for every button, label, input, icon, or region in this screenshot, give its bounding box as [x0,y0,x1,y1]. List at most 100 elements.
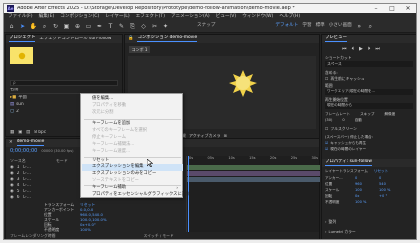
workspace-menu-icon[interactable]: » [356,23,363,30]
cache-checkbox[interactable]: ☐ 再生前にキャッシュ [325,76,365,81]
col-mode[interactable]: モード [56,159,68,163]
skip-value[interactable]: 0 [342,119,344,123]
frame-rate-value[interactable]: (30) [325,119,332,123]
home-icon[interactable]: ⌂ [8,23,15,30]
timeline-timecode[interactable]: 0;00;00;00 [10,149,37,154]
close-icon[interactable]: ✕ [400,4,416,13]
tab-timeline[interactable]: demo-movie [16,139,45,146]
menu-edit[interactable]: 編集(E) [39,14,55,20]
workspace-default[interactable]: デフォルト [275,24,298,29]
eye-icon[interactable]: ◉ [10,183,14,188]
comp-layer-tag[interactable]: コンポ 1 [129,46,150,53]
minimize-icon[interactable]: – [368,4,384,13]
timeline-track-area[interactable]: 0s 05s 10s 15s 20s 25s 30s [186,156,320,232]
layer-row[interactable]: ◉ 6 レ… [10,195,80,201]
tab-composition[interactable]: コンポジション demo-movie [137,35,198,42]
range-select[interactable]: ワークエリア(現在の時間を... [325,89,413,95]
menu-item-reset[interactable]: リセット [92,158,109,163]
menu-animation[interactable]: アニメーション(A) [171,14,210,20]
shortcut-select[interactable]: スペース [325,61,413,67]
menu-item-edit-expression[interactable]: エクスプレッションを編集 [92,164,143,169]
eraser-tool-icon[interactable]: ◇ [140,23,147,30]
layer-bar[interactable] [187,165,320,170]
menu-item-keyframe-assistant[interactable]: キーフレーム補助 [92,185,126,190]
zoom-tool-icon[interactable]: ⌕ [41,23,48,30]
last-frame-icon[interactable]: ⏭ [375,46,380,52]
reset-link[interactable]: リセット [374,169,388,174]
property-value[interactable]: リセット [80,202,95,207]
menu-item-add-keyframe[interactable]: キーフレームを追加 [92,121,130,126]
time-layer-checkbox[interactable]: ☑ 現在の時間のレイヤー [325,147,366,152]
project-search-input[interactable]: ρ [10,80,118,86]
pen-tool-icon[interactable]: ✒ [96,23,103,30]
snap-label[interactable]: スナップ [197,24,215,29]
property-value[interactable]: 0.0,0.0 [80,207,93,212]
cache-play-checkbox[interactable]: ☑ キャッシュからも再生 [325,141,366,146]
menu-composition[interactable]: コンポジション(C) [60,14,99,20]
prop-value-x[interactable]: 0 [355,177,379,181]
eye-icon[interactable]: ◉ [10,177,14,182]
grid-icon[interactable]: ⊞ [224,133,227,138]
prop-value-y[interactable]: 540 [379,183,386,187]
pan-behind-tool-icon[interactable]: ⊕ [74,23,81,30]
menu-file[interactable]: ファイル(F) [8,14,33,20]
align-row[interactable]: › 整列 [325,219,336,225]
lumetri-row[interactable]: › Lumetri カラー [325,229,356,235]
clone-tool-icon[interactable]: ⎘ [129,23,136,30]
rectangle-tool-icon[interactable]: ▭ [85,23,92,30]
eye-icon[interactable]: ◉ [10,165,14,170]
tab-effect-controls[interactable]: エフェクトコントロール sun-follow [39,37,111,41]
prop-value-x[interactable]: 100 % [355,201,379,205]
prop-value-y[interactable]: 0 [379,177,381,181]
menu-item-edit-value[interactable]: 値を編集... [92,96,113,101]
fullscreen-checkbox[interactable]: ☐ フルスクリーン [325,126,357,131]
layer-bar[interactable] [187,171,320,176]
menu-view[interactable]: ビュー(V) [216,14,237,20]
property-value[interactable]: 100% [80,227,91,232]
selection-tool-icon[interactable]: ➤ [19,23,26,30]
interpret-footage-icon[interactable]: ▦ [10,130,14,135]
tab-preview[interactable]: プレビュー [325,35,347,42]
hand-tool-icon[interactable]: ✋ [30,23,37,30]
workspace-small[interactable]: 小さい画面 [329,24,352,29]
puppet-tool-icon[interactable]: ✦ [162,23,169,30]
camera-tool-icon[interactable]: ▣ [63,23,70,30]
workspace-learn[interactable]: 学習 [302,24,311,29]
tab-project[interactable]: プロジェクト [9,35,36,42]
project-item[interactable]: ▢ 2 [10,109,19,115]
next-frame-icon[interactable]: ⏵ [368,46,371,52]
property-value[interactable]: 960.0,540.0 [80,212,103,217]
bpc-label[interactable]: 8 bpc [34,130,46,135]
property-row[interactable]: 不透明度 100% [44,227,184,232]
rotate-tool-icon[interactable]: ↻ [52,23,59,30]
prop-value-x[interactable]: 0x [355,195,379,199]
lock-icon[interactable]: 🔒 [128,36,133,41]
menu-item-add-to-essential-graphics[interactable]: プロパティをエッセンシャルグラフィックスに追加 [92,192,190,197]
brush-tool-icon[interactable]: ✎ [118,23,125,30]
roto-tool-icon[interactable]: ✂ [151,23,158,30]
close-tab-icon[interactable]: ✕ [9,140,13,145]
project-item[interactable]: ▸■ 平面 [10,95,27,101]
eye-icon[interactable]: ◉ [10,195,14,200]
workspace-standard[interactable]: 標準 [316,24,325,29]
col-source-name[interactable]: ソース名 [10,159,26,163]
camera-select[interactable]: アクティブカメラ [189,133,221,138]
prev-frame-icon[interactable]: ⏴ [352,46,355,52]
menu-item-copy-expression-only[interactable]: エクスプレッションのみをコピー [92,171,156,176]
eye-icon[interactable]: ◉ [10,189,14,194]
tab-properties[interactable]: プロパティ: sun-follow [325,159,372,166]
prop-value-y[interactable]: +0 ° [379,195,387,199]
type-tool-icon[interactable]: T [107,23,114,30]
maximize-icon[interactable]: □ [384,4,400,13]
prop-value-x[interactable]: 960 [355,183,379,187]
menu-window[interactable]: ウィンドウ(W) [242,14,273,20]
project-col-name[interactable]: 名前 [10,88,19,92]
play-icon[interactable]: ▶ [359,46,363,52]
first-frame-icon[interactable]: ⏮ [342,46,347,52]
eye-icon[interactable]: ◉ [10,171,14,176]
project-item[interactable]: ▤ sun [10,102,24,108]
prop-value-x[interactable]: 100 [355,189,379,193]
menu-layer[interactable]: レイヤー(L) [105,14,129,20]
time-ruler[interactable]: 0s 05s 10s 15s 20s 25s 30s [187,156,320,162]
search-icon[interactable]: ⌕ [367,23,374,30]
